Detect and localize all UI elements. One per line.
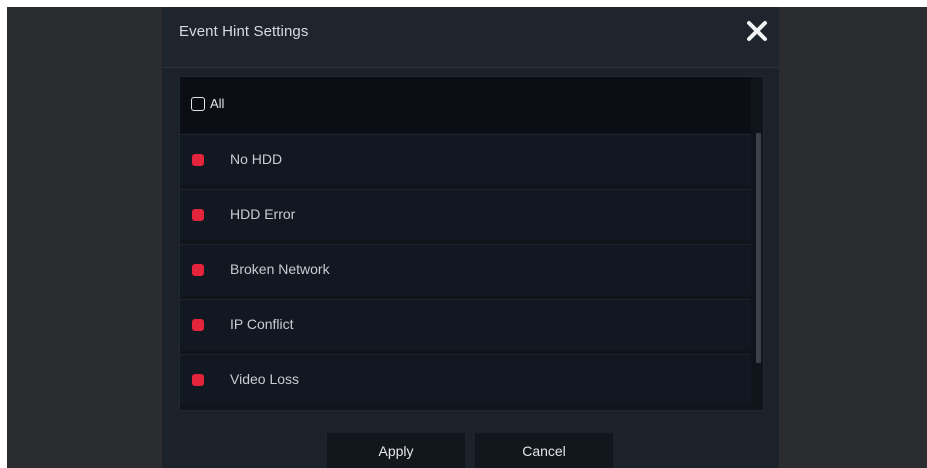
- list-item[interactable]: HDD Error: [180, 189, 751, 240]
- enabled-indicator-icon[interactable]: [192, 319, 204, 331]
- cancel-button[interactable]: Cancel: [475, 433, 613, 468]
- event-list-panel: All No HDD HDD Error Broken Network IP C…: [179, 76, 764, 411]
- list-item-label: No HDD: [230, 151, 283, 167]
- apply-button[interactable]: Apply: [327, 433, 465, 468]
- scrollbar-thumb[interactable]: [756, 133, 761, 363]
- list-item-label: HDD Error: [230, 206, 296, 222]
- list-item-label: Broken Network: [230, 261, 330, 277]
- dialog-header: Event Hint Settings: [162, 7, 779, 68]
- list-item-label: Video Loss: [230, 371, 300, 387]
- event-hint-settings-dialog: Event Hint Settings All No HDD HDD Error…: [162, 7, 779, 468]
- scrollbar-track[interactable]: [754, 133, 762, 409]
- enabled-indicator-icon[interactable]: [192, 374, 204, 386]
- dialog-title: Event Hint Settings: [179, 23, 309, 40]
- enabled-indicator-icon[interactable]: [192, 209, 204, 221]
- list-item[interactable]: Broken Network: [180, 244, 751, 295]
- close-icon[interactable]: [745, 19, 769, 43]
- select-all-checkbox[interactable]: [191, 97, 205, 111]
- list-item[interactable]: Video Loss: [180, 354, 751, 405]
- select-all-row[interactable]: All: [180, 77, 751, 133]
- list-item[interactable]: IP Conflict: [180, 299, 751, 350]
- list-item[interactable]: No HDD: [180, 134, 751, 185]
- select-all-label: All: [210, 96, 225, 111]
- list-item-label: IP Conflict: [230, 316, 294, 332]
- enabled-indicator-icon[interactable]: [192, 264, 204, 276]
- enabled-indicator-icon[interactable]: [192, 154, 204, 166]
